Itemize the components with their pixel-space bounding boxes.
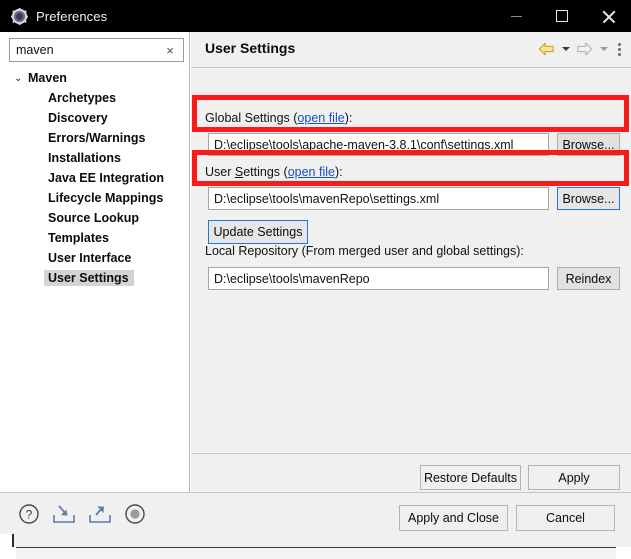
tree-item-label: Lifecycle Mappings <box>48 191 164 205</box>
back-arrow-icon[interactable] <box>536 39 557 59</box>
tree-item-errors-warnings[interactable]: Errors/Warnings <box>0 128 189 148</box>
user-settings-label-suffix: ): <box>334 165 343 179</box>
tree-item-installations[interactable]: Installations <box>0 148 189 168</box>
panel-header: User Settings <box>191 32 631 68</box>
chevron-down-icon <box>561 47 570 51</box>
tree-item-label: Installations <box>48 151 121 165</box>
apply-button[interactable]: Apply <box>528 465 620 490</box>
maximize-icon <box>556 10 568 22</box>
tree-item-label: Source Lookup <box>48 211 139 225</box>
taskbar-inner <box>16 547 616 559</box>
minimize-icon <box>510 15 522 17</box>
forward-history-dropdown[interactable] <box>597 39 610 59</box>
restore-defaults-button[interactable]: Restore Defaults <box>420 465 521 490</box>
local-repository-input[interactable] <box>208 267 549 290</box>
tree-item-label: Maven <box>28 71 67 85</box>
user-settings-label: User Settings (open file): <box>205 165 343 179</box>
tree-item-label: Templates <box>48 231 109 245</box>
preferences-tree: ⌄ Maven Archetypes Discovery Errors/Warn… <box>0 68 189 288</box>
apply-and-close-button[interactable]: Apply and Close <box>399 505 508 531</box>
search-box[interactable]: × <box>9 38 184 62</box>
window-controls <box>493 0 631 32</box>
global-settings-browse-button[interactable]: Browse... <box>557 133 620 156</box>
clear-search-icon[interactable]: × <box>162 41 178 59</box>
panel-toolbar <box>536 39 626 59</box>
svg-text:?: ? <box>26 508 33 522</box>
tree-item-label: User Interface <box>48 251 132 265</box>
global-settings-label-suffix: ): <box>344 111 353 125</box>
tree-item-user-interface[interactable]: User Interface <box>0 248 189 268</box>
tree-item-templates[interactable]: Templates <box>0 228 189 248</box>
user-settings-open-file-link[interactable]: open file <box>288 165 335 179</box>
forward-arrow-icon[interactable] <box>574 39 595 59</box>
chevron-down-icon[interactable]: ⌄ <box>14 73 27 84</box>
taskbar-strip <box>0 547 631 559</box>
tree-item-source-lookup[interactable]: Source Lookup <box>0 208 189 228</box>
user-settings-input[interactable] <box>208 187 549 210</box>
user-settings-label-mid: ettings ( <box>243 165 288 179</box>
tree-item-java-ee-integration[interactable]: Java EE Integration <box>0 168 189 188</box>
tree-item-label: User Settings <box>44 270 134 286</box>
preferences-window: Preferences × ⌄ Maven <box>0 0 631 559</box>
global-settings-open-file-link[interactable]: open file <box>297 111 344 125</box>
update-settings-button[interactable]: Update Settings <box>208 220 308 244</box>
reindex-button[interactable]: Reindex <box>557 267 620 290</box>
global-settings-label-prefix: Global Settings ( <box>205 111 298 125</box>
dialog-footer: ? Apply and Close Cancel <box>0 492 631 547</box>
title-bar: Preferences <box>0 0 631 32</box>
cancel-button[interactable]: Cancel <box>516 505 615 531</box>
gear-icon <box>10 7 28 25</box>
tree-item-label: Java EE Integration <box>48 171 165 185</box>
page-title: User Settings <box>205 40 296 56</box>
footer-icon-group: ? <box>18 503 146 530</box>
close-button[interactable] <box>585 0 631 32</box>
settings-panel: User Settings Global Settings (open file… <box>191 32 631 492</box>
tree-item-label: Discovery <box>48 111 108 125</box>
tree-item-maven[interactable]: ⌄ Maven <box>0 68 189 88</box>
tree-item-label: Archetypes <box>48 91 117 105</box>
maximize-button[interactable] <box>539 0 585 32</box>
panel-divider <box>191 453 631 454</box>
local-repository-label: Local Repository (From merged user and g… <box>205 244 524 258</box>
window-title: Preferences <box>36 8 108 24</box>
user-settings-label-prefix: User <box>205 165 235 179</box>
import-icon[interactable] <box>52 503 76 530</box>
global-settings-input[interactable] <box>208 133 549 156</box>
search-input[interactable] <box>16 43 156 57</box>
chevron-down-icon <box>599 47 608 51</box>
tree-item-lifecycle-mappings[interactable]: Lifecycle Mappings <box>0 188 189 208</box>
tree-item-user-settings[interactable]: User Settings <box>0 268 189 288</box>
global-settings-label: Global Settings (open file): <box>205 111 352 125</box>
record-icon[interactable] <box>124 503 146 530</box>
help-icon[interactable]: ? <box>18 503 40 530</box>
close-icon <box>602 10 615 23</box>
user-settings-mnemonic: S <box>234 165 244 179</box>
view-menu-icon[interactable] <box>612 39 626 59</box>
export-icon[interactable] <box>88 503 112 530</box>
back-history-dropdown[interactable] <box>559 39 572 59</box>
tree-item-discovery[interactable]: Discovery <box>0 108 189 128</box>
preferences-sidebar: × ⌄ Maven Archetypes Discovery Errors/Wa… <box>0 32 190 492</box>
minimize-button[interactable] <box>493 0 539 32</box>
tree-item-label: Errors/Warnings <box>48 131 146 145</box>
tree-item-archetypes[interactable]: Archetypes <box>0 88 189 108</box>
user-settings-browse-button[interactable]: Browse... <box>557 187 620 210</box>
dialog-body: × ⌄ Maven Archetypes Discovery Errors/Wa… <box>0 32 631 492</box>
